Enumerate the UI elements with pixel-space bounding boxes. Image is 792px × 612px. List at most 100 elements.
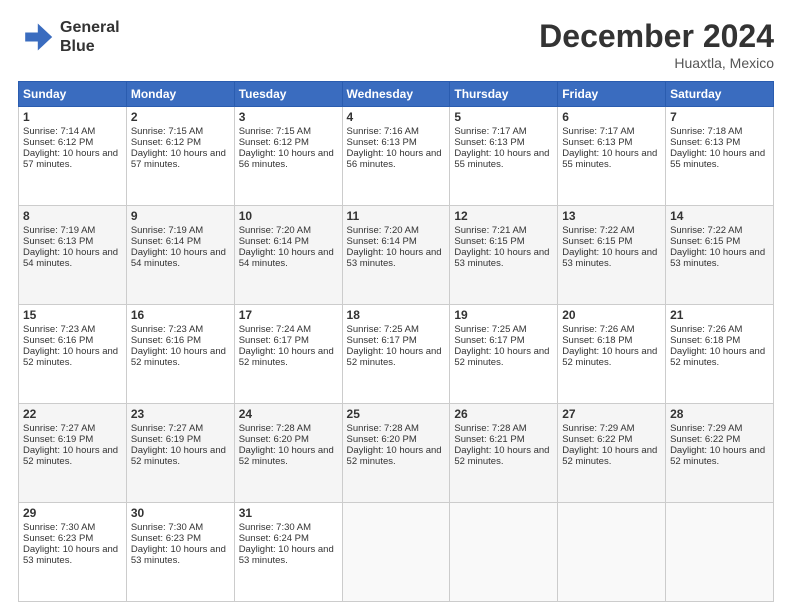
day-number: 24	[239, 407, 338, 421]
sunrise-text: Sunrise: 7:30 AM	[131, 522, 203, 533]
header: General Blue December 2024 Huaxtla, Mexi…	[18, 18, 774, 71]
day-number: 29	[23, 506, 122, 520]
logo-icon	[18, 19, 54, 55]
day-number: 30	[131, 506, 230, 520]
sunrise-text: Sunrise: 7:20 AM	[239, 225, 311, 236]
daylight-text: Daylight: 10 hours and 52 minutes.	[670, 445, 765, 467]
calendar: SundayMondayTuesdayWednesdayThursdayFrid…	[18, 81, 774, 602]
day-number: 25	[347, 407, 446, 421]
calendar-cell: 4Sunrise: 7:16 AMSunset: 6:13 PMDaylight…	[342, 107, 450, 206]
daylight-text: Daylight: 10 hours and 52 minutes.	[347, 445, 442, 467]
sunrise-text: Sunrise: 7:22 AM	[562, 225, 634, 236]
daylight-text: Daylight: 10 hours and 52 minutes.	[23, 346, 118, 368]
day-number: 26	[454, 407, 553, 421]
calendar-cell: 20Sunrise: 7:26 AMSunset: 6:18 PMDayligh…	[558, 305, 666, 404]
calendar-cell: 21Sunrise: 7:26 AMSunset: 6:18 PMDayligh…	[666, 305, 774, 404]
daylight-text: Daylight: 10 hours and 53 minutes.	[562, 247, 657, 269]
daylight-text: Daylight: 10 hours and 54 minutes.	[239, 247, 334, 269]
sunrise-text: Sunrise: 7:29 AM	[562, 423, 634, 434]
day-number: 18	[347, 308, 446, 322]
sunrise-text: Sunrise: 7:18 AM	[670, 126, 742, 137]
sunset-text: Sunset: 6:13 PM	[23, 236, 93, 247]
sunrise-text: Sunrise: 7:15 AM	[131, 126, 203, 137]
day-header-sunday: Sunday	[19, 82, 127, 107]
day-number: 23	[131, 407, 230, 421]
calendar-cell: 28Sunrise: 7:29 AMSunset: 6:22 PMDayligh…	[666, 404, 774, 503]
sunset-text: Sunset: 6:19 PM	[131, 434, 201, 445]
daylight-text: Daylight: 10 hours and 54 minutes.	[131, 247, 226, 269]
sunset-text: Sunset: 6:22 PM	[670, 434, 740, 445]
calendar-cell: 29 Sunrise: 7:30 AMSunset: 6:23 PMDayligh…	[19, 503, 127, 602]
logo: General Blue	[18, 18, 120, 56]
calendar-cell	[558, 503, 666, 602]
sunrise-text: Sunrise: 7:15 AM	[239, 126, 311, 137]
sunrise-text: Sunrise: 7:27 AM	[131, 423, 203, 434]
calendar-cell: 26Sunrise: 7:28 AMSunset: 6:21 PMDayligh…	[450, 404, 558, 503]
calendar-cell: 24Sunrise: 7:28 AMSunset: 6:20 PMDayligh…	[234, 404, 342, 503]
calendar-cell: 3Sunrise: 7:15 AMSunset: 6:12 PMDaylight…	[234, 107, 342, 206]
sunset-text: Sunset: 6:23 PM	[131, 533, 201, 544]
calendar-cell: 23Sunrise: 7:27 AMSunset: 6:19 PMDayligh…	[126, 404, 234, 503]
sunset-text: Sunset: 6:14 PM	[347, 236, 417, 247]
sunrise-text: Sunrise: 7:27 AM	[23, 423, 95, 434]
sunset-text: Sunset: 6:13 PM	[454, 137, 524, 148]
day-header-wednesday: Wednesday	[342, 82, 450, 107]
daylight-text: Daylight: 10 hours and 52 minutes.	[239, 445, 334, 467]
daylight-text: Daylight: 10 hours and 53 minutes.	[347, 247, 442, 269]
sunset-text: Sunset: 6:12 PM	[23, 137, 93, 148]
week-row-3: 15Sunrise: 7:23 AMSunset: 6:16 PMDayligh…	[19, 305, 774, 404]
sunset-text: Sunset: 6:23 PM	[23, 533, 93, 544]
sunset-text: Sunset: 6:13 PM	[562, 137, 632, 148]
week-row-1: 1Sunrise: 7:14 AMSunset: 6:12 PMDaylight…	[19, 107, 774, 206]
day-number: 19	[454, 308, 553, 322]
calendar-cell: 27Sunrise: 7:29 AMSunset: 6:22 PMDayligh…	[558, 404, 666, 503]
daylight-text: Daylight: 10 hours and 53 minutes.	[670, 247, 765, 269]
daylight-text: Daylight: 10 hours and 56 minutes.	[347, 148, 442, 170]
day-number: 11	[347, 209, 446, 223]
calendar-cell: 5Sunrise: 7:17 AMSunset: 6:13 PMDaylight…	[450, 107, 558, 206]
sunset-text: Sunset: 6:17 PM	[239, 335, 309, 346]
daylight-text: Daylight: 10 hours and 52 minutes.	[670, 346, 765, 368]
sunset-text: Sunset: 6:17 PM	[454, 335, 524, 346]
day-number: 3	[239, 110, 338, 124]
calendar-cell	[666, 503, 774, 602]
daylight-text: Daylight: 10 hours and 52 minutes.	[23, 445, 118, 467]
daylight-text: Daylight: 10 hours and 55 minutes.	[454, 148, 549, 170]
calendar-cell: 2Sunrise: 7:15 AMSunset: 6:12 PMDaylight…	[126, 107, 234, 206]
sunrise-text: Sunrise: 7:17 AM	[562, 126, 634, 137]
daylight-text: Daylight: 10 hours and 55 minutes.	[562, 148, 657, 170]
calendar-cell: 6Sunrise: 7:17 AMSunset: 6:13 PMDaylight…	[558, 107, 666, 206]
calendar-cell: 10 Sunrise: 7:20 AMSunset: 6:14 PMDayligh…	[234, 206, 342, 305]
calendar-cell	[342, 503, 450, 602]
page: General Blue December 2024 Huaxtla, Mexi…	[0, 0, 792, 612]
calendar-cell: 31Sunrise: 7:30 AMSunset: 6:24 PMDayligh…	[234, 503, 342, 602]
sunrise-text: Sunrise: 7:21 AM	[454, 225, 526, 236]
daylight-text: Daylight: 10 hours and 52 minutes.	[239, 346, 334, 368]
sunset-text: Sunset: 6:15 PM	[562, 236, 632, 247]
daylight-text: Daylight: 10 hours and 52 minutes.	[131, 346, 226, 368]
sunset-text: Sunset: 6:16 PM	[23, 335, 93, 346]
day-number: 2	[131, 110, 230, 124]
calendar-cell: 11Sunrise: 7:20 AMSunset: 6:14 PMDayligh…	[342, 206, 450, 305]
calendar-cell: 13 Sunrise: 7:22 AMSunset: 6:15 PMDayligh…	[558, 206, 666, 305]
sunrise-text: Sunrise: 7:30 AM	[23, 522, 95, 533]
daylight-text: Daylight: 10 hours and 53 minutes.	[131, 544, 226, 566]
daylight-text: Daylight: 10 hours and 57 minutes.	[131, 148, 226, 170]
daylight-text: Daylight: 10 hours and 54 minutes.	[23, 247, 118, 269]
day-number: 10	[239, 209, 338, 223]
sunrise-text: Sunrise: 7:22 AM	[670, 225, 742, 236]
daylight-text: Daylight: 10 hours and 53 minutes.	[23, 544, 118, 566]
day-number: 17	[239, 308, 338, 322]
week-row-2: 8Sunrise: 7:19 AMSunset: 6:13 PMDaylight…	[19, 206, 774, 305]
calendar-cell: 25Sunrise: 7:28 AMSunset: 6:20 PMDayligh…	[342, 404, 450, 503]
sunrise-text: Sunrise: 7:25 AM	[454, 324, 526, 335]
day-number: 21	[670, 308, 769, 322]
day-header-tuesday: Tuesday	[234, 82, 342, 107]
sunrise-text: Sunrise: 7:24 AM	[239, 324, 311, 335]
sunrise-text: Sunrise: 7:19 AM	[23, 225, 95, 236]
sunset-text: Sunset: 6:14 PM	[239, 236, 309, 247]
day-number: 13	[562, 209, 661, 223]
calendar-cell: 7Sunrise: 7:18 AMSunset: 6:13 PMDaylight…	[666, 107, 774, 206]
day-number: 12	[454, 209, 553, 223]
calendar-cell: 8Sunrise: 7:19 AMSunset: 6:13 PMDaylight…	[19, 206, 127, 305]
